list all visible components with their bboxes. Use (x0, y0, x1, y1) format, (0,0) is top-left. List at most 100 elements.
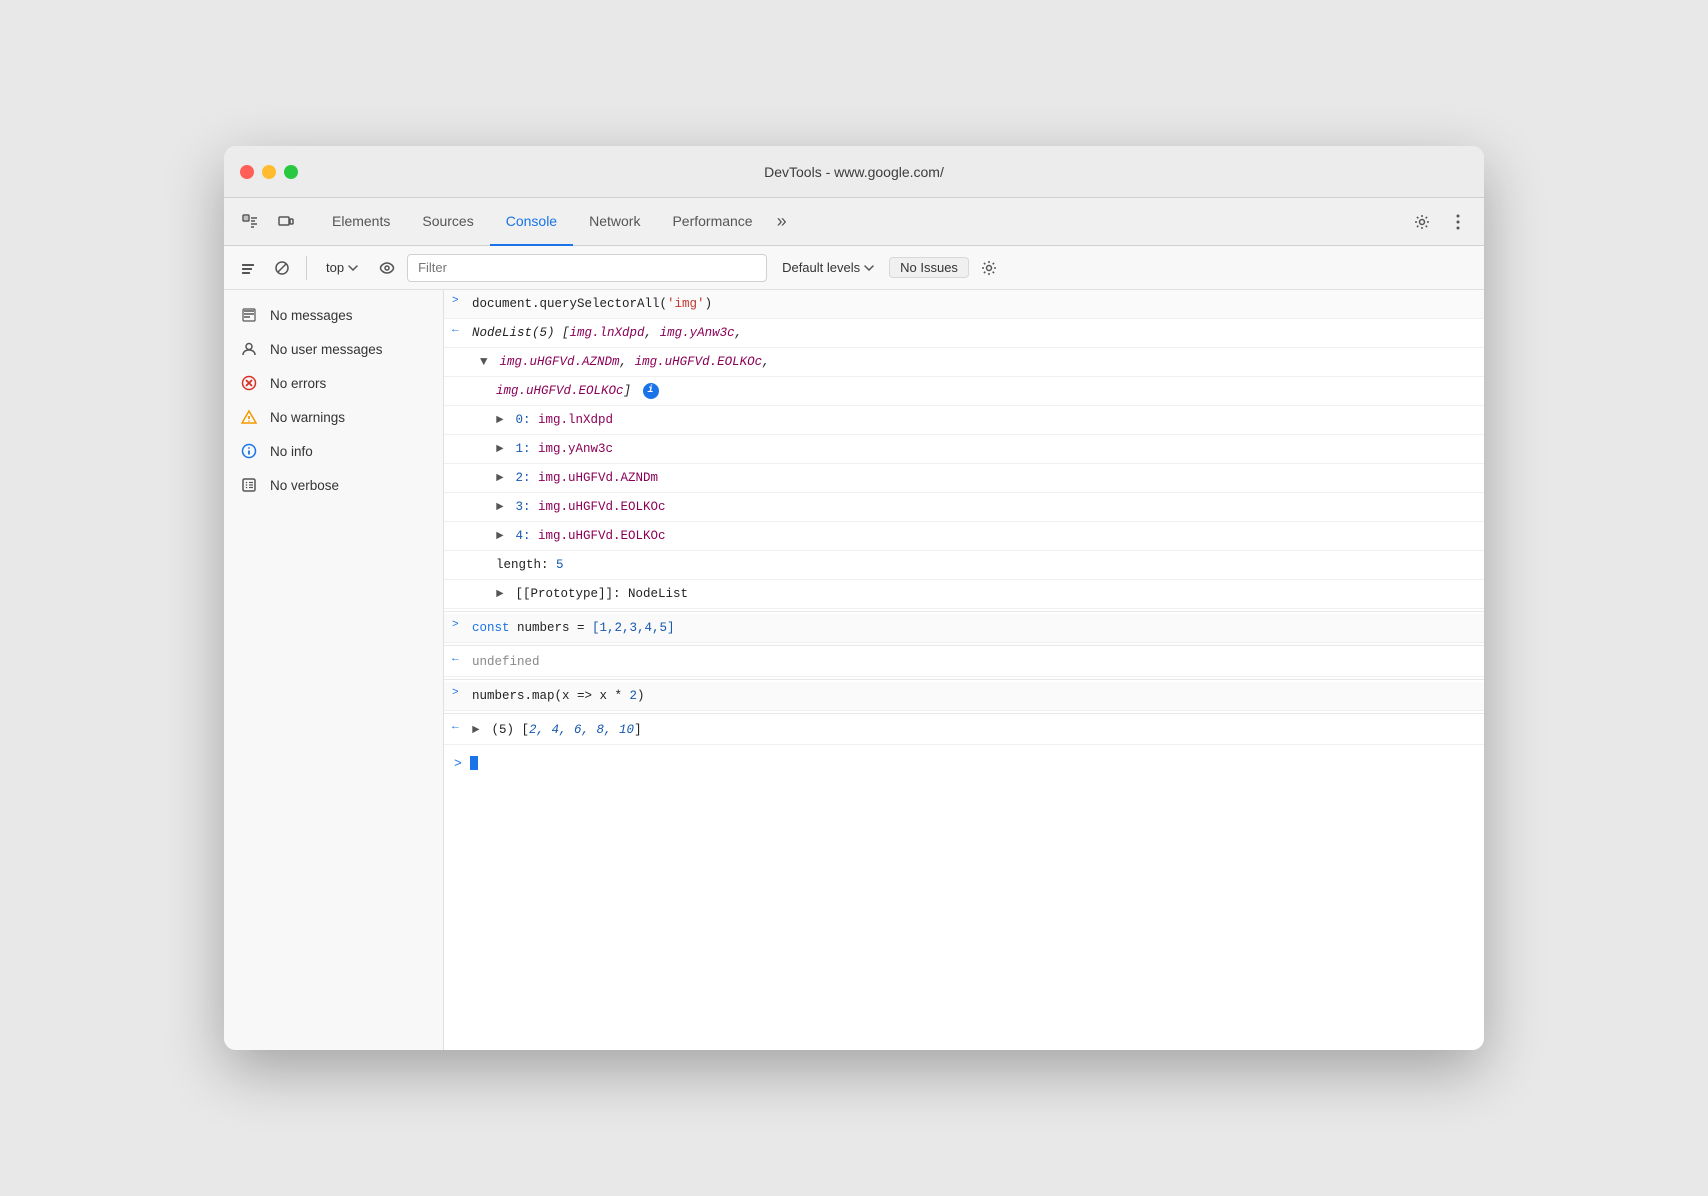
sidebar-label-info: No info (270, 444, 313, 459)
more-options-icon[interactable] (1444, 208, 1472, 236)
sidebar-label-user-messages: No user messages (270, 342, 383, 357)
console-line-12: > const numbers = [1,2,3,4,5] (444, 614, 1484, 643)
console-line-7: ► 2: img.uHGFVd.AZNDm (444, 464, 1484, 493)
console-content-12: const numbers = [1,2,3,4,5] (472, 618, 1476, 638)
sidebar-item-info[interactable]: No info (224, 434, 443, 468)
output-prefix-9 (476, 526, 496, 527)
close-button[interactable] (240, 165, 254, 179)
console-line-5: ► 0: img.lnXdpd (444, 406, 1484, 435)
console-settings-icon[interactable] (975, 254, 1003, 282)
tab-elements[interactable]: Elements (316, 198, 406, 246)
sidebar-item-user-messages[interactable]: No user messages (224, 332, 443, 366)
device-toolbar-icon[interactable] (272, 208, 300, 236)
collapse-arrow-4[interactable]: ► (496, 526, 508, 546)
console-content-6: ► 1: img.yAnw3c (496, 439, 1476, 459)
context-selector[interactable]: top (317, 257, 367, 278)
toolbar-divider-1 (306, 256, 307, 280)
sidebar-label-warnings: No warnings (270, 410, 345, 425)
console-output[interactable]: > document.querySelectorAll('img') ← Nod… (444, 290, 1484, 1050)
console-line-2: ← NodeList(5) [img.lnXdpd, img.yAnw3c, (444, 319, 1484, 348)
expand-arrow[interactable]: ▼ (480, 352, 492, 372)
no-issues-badge[interactable]: No Issues (889, 257, 969, 278)
input-prefix-12: > (452, 618, 472, 631)
console-content-3: ▼ img.uHGFVd.AZNDm, img.uHGFVd.EOLKOc, (480, 352, 1476, 372)
console-line-8: ► 3: img.uHGFVd.EOLKOc (444, 493, 1484, 522)
info-icon (240, 442, 258, 460)
default-levels-dropdown[interactable]: Default levels (773, 257, 883, 278)
minimize-button[interactable] (262, 165, 276, 179)
console-line-3: ▼ img.uHGFVd.AZNDm, img.uHGFVd.EOLKOc, (444, 348, 1484, 377)
output-prefix-5 (476, 410, 496, 411)
console-line-10: length: 5 (444, 551, 1484, 580)
user-icon (240, 340, 258, 358)
title-bar: DevTools - www.google.com/ (224, 146, 1484, 198)
clear-console-icon[interactable] (234, 254, 262, 282)
tab-network[interactable]: Network (573, 198, 656, 246)
console-line-4: img.uHGFVd.EOLKOc] i (444, 377, 1484, 406)
console-line-1: > document.querySelectorAll('img') (444, 290, 1484, 319)
tab-settings-group (1408, 208, 1472, 236)
console-content-2: NodeList(5) [img.lnXdpd, img.yAnw3c, (472, 323, 1476, 343)
separator-1 (444, 611, 1484, 612)
console-line-14: > numbers.map(x => x * 2) (444, 682, 1484, 711)
output-prefix-11 (476, 584, 496, 585)
collapse-arrow-1[interactable]: ► (496, 439, 508, 459)
filter-input[interactable] (407, 254, 767, 282)
sidebar-item-verbose[interactable]: No verbose (224, 468, 443, 502)
devtools-window: DevTools - www.google.com/ (224, 146, 1484, 1050)
settings-gear-icon[interactable] (1408, 208, 1436, 236)
sidebar-item-errors[interactable]: No errors (224, 366, 443, 400)
messages-icon (240, 306, 258, 324)
verbose-icon (240, 476, 258, 494)
sidebar-item-messages[interactable]: No messages (224, 298, 443, 332)
collapse-arrow-result[interactable]: ► (472, 720, 484, 740)
console-content-15: ► (5) [2, 4, 6, 8, 10] (472, 720, 1476, 740)
separator-3 (444, 679, 1484, 680)
collapse-arrow-proto[interactable]: ► (496, 584, 508, 604)
console-prompt[interactable]: > (444, 745, 1484, 781)
console-content-13: undefined (472, 652, 1476, 672)
tab-icons (236, 208, 300, 236)
console-line-6: ► 1: img.yAnw3c (444, 435, 1484, 464)
console-content-10: length: 5 (496, 555, 1476, 575)
tab-performance[interactable]: Performance (656, 198, 768, 246)
prompt-chevron: > (454, 756, 462, 771)
console-line-15: ← ► (5) [2, 4, 6, 8, 10] (444, 716, 1484, 745)
output-prefix-15: ← (452, 720, 472, 733)
main-area: No messages No user messages (224, 290, 1484, 1050)
console-sidebar: No messages No user messages (224, 290, 444, 1050)
tab-sources[interactable]: Sources (406, 198, 489, 246)
traffic-lights (240, 165, 298, 179)
output-prefix-7 (476, 468, 496, 469)
collapse-arrow-0[interactable]: ► (496, 410, 508, 430)
separator-2 (444, 645, 1484, 646)
sidebar-label-errors: No errors (270, 376, 326, 391)
console-content-1: document.querySelectorAll('img') (472, 294, 1476, 314)
console-content-9: ► 4: img.uHGFVd.EOLKOc (496, 526, 1476, 546)
output-prefix-2: ← (452, 323, 472, 336)
console-line-11: ► [[Prototype]]: NodeList (444, 580, 1484, 609)
console-line-13: ← undefined (444, 648, 1484, 677)
sidebar-item-warnings[interactable]: No warnings (224, 400, 443, 434)
error-icon (240, 374, 258, 392)
input-prefix-14: > (452, 686, 472, 699)
output-prefix-13: ← (452, 652, 472, 665)
block-icon[interactable] (268, 254, 296, 282)
cursor (470, 756, 478, 770)
collapse-arrow-3[interactable]: ► (496, 497, 508, 517)
sidebar-label-verbose: No verbose (270, 478, 339, 493)
inspect-element-icon[interactable] (236, 208, 264, 236)
console-content-7: ► 2: img.uHGFVd.AZNDm (496, 468, 1476, 488)
output-prefix-3 (460, 352, 480, 353)
collapse-arrow-2[interactable]: ► (496, 468, 508, 488)
more-tabs-button[interactable]: » (769, 198, 795, 246)
sidebar-label-messages: No messages (270, 308, 353, 323)
output-prefix-4 (476, 381, 496, 382)
maximize-button[interactable] (284, 165, 298, 179)
console-content-5: ► 0: img.lnXdpd (496, 410, 1476, 430)
console-content-4: img.uHGFVd.EOLKOc] i (496, 381, 1476, 401)
eye-icon[interactable] (373, 254, 401, 282)
console-toolbar: top Default levels No Issues (224, 246, 1484, 290)
tab-console[interactable]: Console (490, 198, 573, 246)
warning-icon (240, 408, 258, 426)
